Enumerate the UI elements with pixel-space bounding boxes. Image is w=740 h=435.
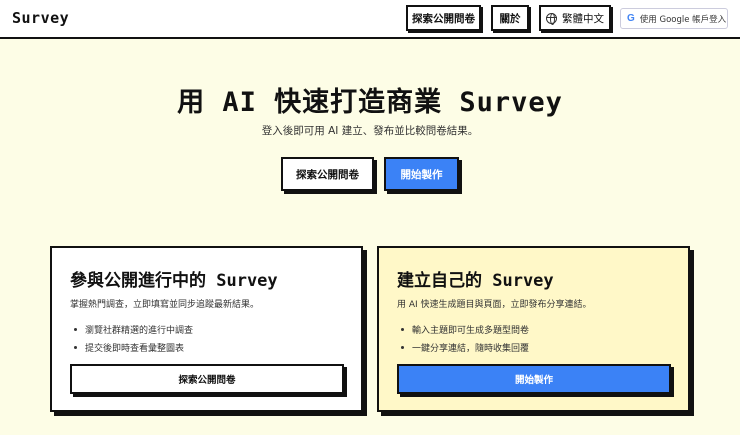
hero-subtitle: 登入後即可用 AI 建立、發布並比較問卷結果。 <box>261 125 479 137</box>
hero-start-button[interactable]: 開始製作 <box>384 157 459 191</box>
card-start-button[interactable]: 開始製作 <box>397 364 671 394</box>
hero-explore-button[interactable]: 探索公開問卷 <box>281 157 374 191</box>
top-navigation-bar: Survey 探索公開問卷 關於 繁體中文 G 使用 Google 帳戶登入 <box>0 0 740 39</box>
card-feature-list: 瀏覽社群精選的進行中調查 提交後即時查看彙整圖表 <box>74 320 193 356</box>
nav-about-button[interactable]: 關於 <box>491 5 529 31</box>
card-feature-list: 輸入主題即可生成多題型問卷 一鍵分享連結，隨時收集回覆 <box>401 320 529 356</box>
hero-title: 用 AI 快速打造商業 Survey <box>177 87 563 118</box>
create-survey-card: 建立自己的 Survey 用 AI 快速生成題目與頁面，立即發布分享連結。 輸入… <box>377 246 690 412</box>
card-explore-button[interactable]: 探索公開問卷 <box>70 364 344 394</box>
language-label: 繁體中文 <box>562 12 604 25</box>
google-sign-in-button[interactable]: G 使用 Google 帳戶登入 <box>620 8 728 29</box>
globe-icon <box>546 12 557 25</box>
card-title: 建立自己的 Survey <box>397 271 554 291</box>
nav-explore-button[interactable]: 探索公開問卷 <box>406 5 481 31</box>
list-item: 瀏覽社群精選的進行中調查 <box>74 320 193 338</box>
language-selector-button[interactable]: 繁體中文 <box>539 5 611 31</box>
card-description: 用 AI 快速生成題目與頁面，立即發布分享連結。 <box>397 300 592 310</box>
participate-survey-card: 參與公開進行中的 Survey 掌握熱門調查，立即填寫並同步追蹤最新結果。 瀏覽… <box>50 246 363 412</box>
card-title: 參與公開進行中的 Survey <box>70 271 278 291</box>
list-item: 輸入主題即可生成多題型問卷 <box>401 320 529 338</box>
card-description: 掌握熱門調查，立即填寫並同步追蹤最新結果。 <box>70 300 260 310</box>
google-sign-in-label: 使用 Google 帳戶登入 <box>639 14 727 25</box>
list-item: 一鍵分享連結，隨時收集回覆 <box>401 338 529 356</box>
site-logo[interactable]: Survey <box>12 9 69 27</box>
list-item: 提交後即時查看彙整圖表 <box>74 338 193 356</box>
google-icon: G <box>627 13 635 24</box>
